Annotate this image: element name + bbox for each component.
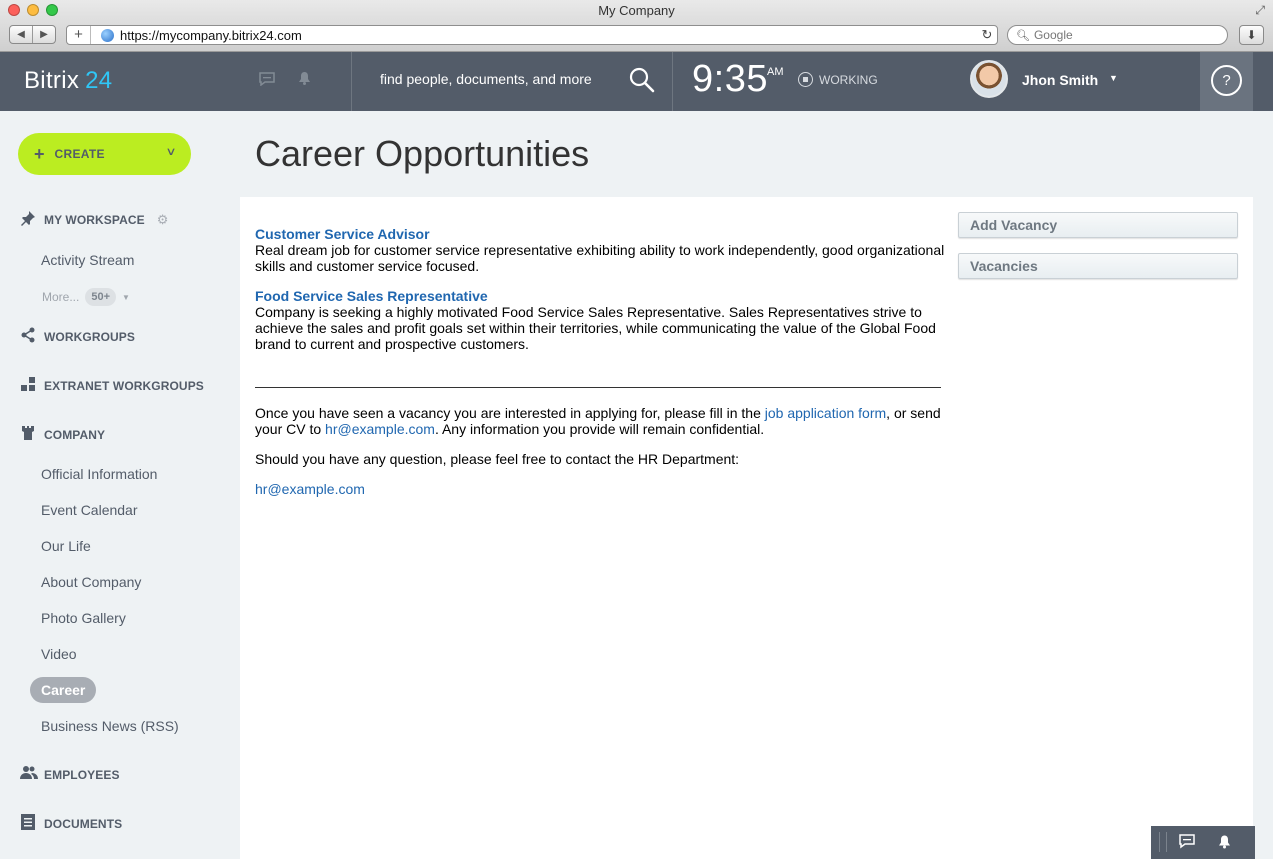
job-title-link[interactable]: Customer Service Advisor bbox=[255, 226, 945, 242]
sidebar-item-official-information[interactable]: Official Information bbox=[41, 466, 157, 482]
downloads-button[interactable]: ⬇ bbox=[1239, 25, 1264, 45]
share-icon bbox=[20, 327, 36, 346]
sidebar-item-event-calendar[interactable]: Event Calendar bbox=[41, 502, 138, 518]
browser-search-input[interactable]: 🔍︎ Google bbox=[1007, 25, 1228, 45]
app-header: Bitrix 24 find people, documents, and mor… bbox=[0, 52, 1273, 111]
sidebar-item-career[interactable]: Career bbox=[30, 677, 97, 703]
clock-time[interactable]: 9:35 bbox=[692, 58, 768, 101]
sidebar-item-about-company[interactable]: About Company bbox=[41, 574, 141, 590]
global-search-input[interactable]: find people, documents, and more bbox=[380, 71, 592, 87]
sidebar-section-employees[interactable]: EMPLOYEES bbox=[20, 765, 120, 784]
sidebar-section-label: MY WORKSPACE bbox=[44, 212, 145, 227]
more-count-badge: 50+ bbox=[85, 288, 117, 306]
job-title-link[interactable]: Food Service Sales Representative bbox=[255, 288, 945, 304]
gear-icon[interactable]: ⚙ bbox=[157, 212, 169, 228]
sidebar-item-activity-stream[interactable]: Activity Stream bbox=[41, 252, 134, 268]
job-description: Company is seeking a highly motivated Fo… bbox=[255, 304, 936, 352]
create-button[interactable]: + CREATE ∨ bbox=[18, 133, 191, 175]
castle-icon bbox=[20, 425, 36, 444]
hr-email-link[interactable]: hr@example.com bbox=[325, 421, 435, 437]
messenger-bar bbox=[1151, 826, 1255, 859]
left-sidebar: + CREATE ∨ MY WORKSPACE ⚙ Activity Strea… bbox=[0, 111, 240, 859]
fullscreen-icon[interactable]: ⤢ bbox=[1255, 3, 1265, 18]
create-label: CREATE bbox=[54, 147, 105, 161]
content-panel: Customer Service Advisor Real dream job … bbox=[240, 197, 1253, 859]
globe-icon bbox=[101, 28, 114, 42]
contact-text: Should you have any question, please fee… bbox=[255, 451, 740, 467]
more-label: More... bbox=[42, 290, 80, 304]
sidebar-section-label: COMPANY bbox=[44, 427, 106, 442]
browser-chrome: My Company ⤢ ◀ ▶ + https://mycompany.bit… bbox=[0, 0, 1273, 52]
sidebar-more[interactable]: More... 50+ ▼ bbox=[42, 288, 130, 306]
vacancies-button[interactable]: Vacancies bbox=[958, 253, 1238, 279]
magnifier-icon: 🔍︎ bbox=[1016, 29, 1030, 42]
help-button[interactable]: ? bbox=[1211, 65, 1242, 96]
chat-icon[interactable] bbox=[259, 72, 275, 90]
apply-instructions: Once you have seen a vacancy you are int… bbox=[255, 405, 945, 437]
clock-ampm: AM bbox=[767, 66, 784, 78]
apply-text: . Any information you provide will remai… bbox=[434, 421, 765, 437]
chevron-down-icon: ∨ bbox=[165, 146, 177, 158]
job-application-form-link[interactable]: job application form bbox=[765, 405, 886, 421]
pin-icon bbox=[20, 210, 36, 229]
avatar[interactable] bbox=[970, 60, 1008, 98]
bitrix-logo[interactable]: Bitrix 24 bbox=[24, 67, 112, 95]
sidebar-section-label: EMPLOYEES bbox=[44, 767, 120, 782]
browser-search-placeholder: Google bbox=[1033, 28, 1073, 42]
sidebar-section-company[interactable]: COMPANY bbox=[20, 425, 105, 444]
horizontal-rule bbox=[255, 387, 941, 388]
logo-text: Bitrix bbox=[24, 67, 80, 94]
page-title: Career Opportunities bbox=[255, 133, 590, 174]
sidebar-section-label: WORKGROUPS bbox=[44, 329, 135, 344]
apply-text: Once you have seen a vacancy you are int… bbox=[255, 405, 765, 421]
contact-email-link[interactable]: hr@example.com bbox=[255, 481, 945, 497]
work-status-label: WORKING bbox=[819, 72, 878, 87]
job-listing: Food Service Sales Representative Compan… bbox=[255, 288, 945, 352]
drag-handle[interactable] bbox=[1159, 832, 1167, 852]
sidebar-item-photo-gallery[interactable]: Photo Gallery bbox=[41, 610, 126, 626]
stop-icon bbox=[798, 72, 813, 87]
hierarchy-icon bbox=[20, 376, 36, 395]
url-text[interactable]: https://mycompany.bitrix24.com bbox=[120, 28, 977, 43]
sidebar-section-my-workspace[interactable]: MY WORKSPACE ⚙ bbox=[20, 210, 168, 229]
address-bar[interactable]: + https://mycompany.bitrix24.com ↻ bbox=[66, 25, 998, 45]
help-panel: ? bbox=[1200, 52, 1253, 111]
sidebar-section-documents[interactable]: DOCUMENTS bbox=[20, 814, 122, 833]
chat-icon[interactable] bbox=[1179, 834, 1195, 853]
chevron-down-icon[interactable]: ▼ bbox=[1109, 73, 1118, 83]
chevron-down-icon: ▼ bbox=[122, 292, 130, 302]
sidebar-section-extranet[interactable]: EXTRANET WORKGROUPS bbox=[20, 376, 204, 395]
notification-bell-icon[interactable] bbox=[298, 71, 311, 89]
search-icon[interactable] bbox=[628, 66, 656, 94]
sidebar-section-label: EXTRANET WORKGROUPS bbox=[44, 378, 204, 393]
window-title: My Company bbox=[598, 3, 675, 18]
back-button[interactable]: ◀ bbox=[10, 26, 33, 43]
sidebar-item-our-life[interactable]: Our Life bbox=[41, 538, 91, 554]
people-icon bbox=[20, 765, 38, 784]
sidebar-item-video[interactable]: Video bbox=[41, 646, 77, 662]
logo-number: 24 bbox=[85, 67, 113, 94]
job-listing: Customer Service Advisor Real dream job … bbox=[255, 226, 945, 274]
plus-icon: + bbox=[34, 143, 45, 164]
add-vacancy-button[interactable]: Add Vacancy bbox=[958, 212, 1238, 238]
history-nav: ◀ ▶ bbox=[9, 25, 56, 44]
work-status[interactable]: WORKING bbox=[798, 72, 878, 87]
sidebar-section-workgroups[interactable]: WORKGROUPS bbox=[20, 327, 135, 346]
sidebar-item-business-news[interactable]: Business News (RSS) bbox=[41, 718, 179, 734]
sidebar-section-label: DOCUMENTS bbox=[44, 816, 123, 831]
header-divider bbox=[672, 52, 673, 111]
forward-button[interactable]: ▶ bbox=[33, 26, 55, 43]
notification-bell-icon[interactable] bbox=[1218, 834, 1231, 852]
add-bookmark-icon[interactable]: + bbox=[67, 26, 91, 44]
user-name[interactable]: Jhon Smith bbox=[1022, 72, 1098, 88]
document-icon bbox=[20, 814, 36, 833]
job-description: Real dream job for customer service repr… bbox=[255, 242, 945, 274]
reload-icon[interactable]: ↻ bbox=[977, 27, 997, 43]
header-divider bbox=[351, 52, 352, 111]
